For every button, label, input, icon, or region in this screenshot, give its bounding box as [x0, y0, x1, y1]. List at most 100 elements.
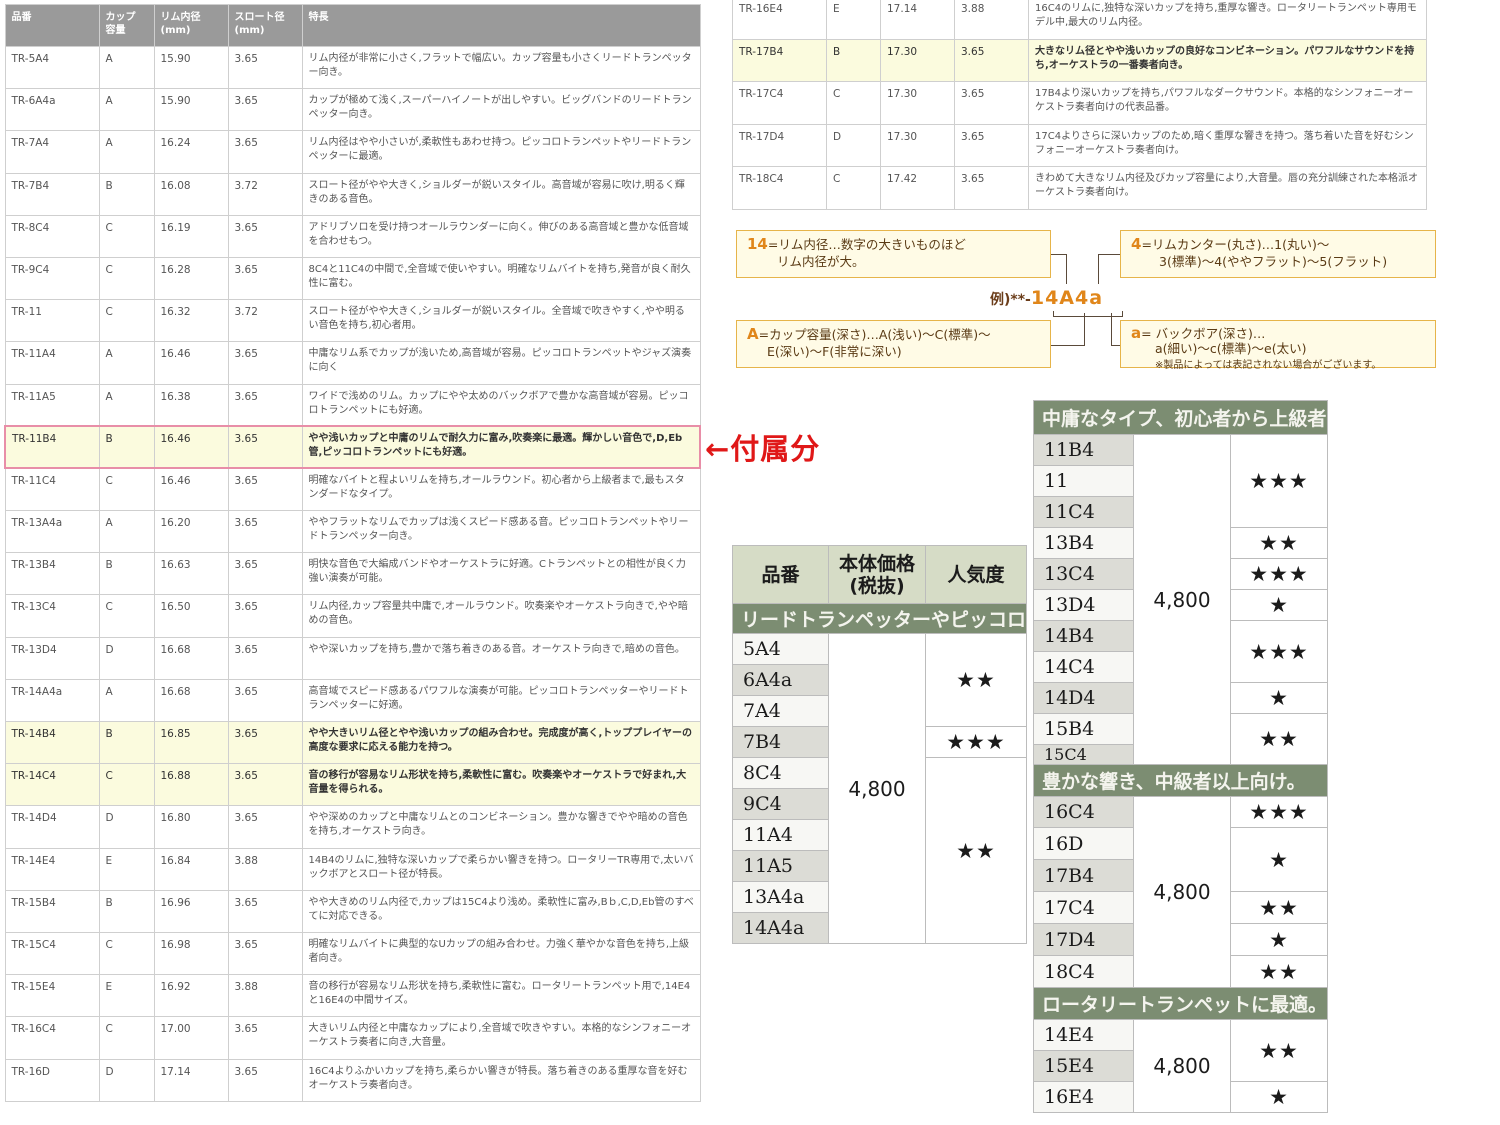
connector-cup	[1084, 313, 1085, 345]
attached-note: ←付属分	[705, 432, 821, 466]
spec-description: 明確なリムバイトに典型的なUカップの組み合わせ。力強く華やかな音色を持ち,上級者…	[301, 931, 701, 976]
spec-cup: A	[98, 45, 155, 90]
price-model: 11C4	[1033, 496, 1134, 528]
price-table-left: 品番 本体価格(税抜) 人気度 リードトランペッターやピッコロトラ 5A4 4,…	[732, 545, 1027, 944]
spec-description: スロート径がやや大きく,ショルダーが鋭いスタイル。高音域が容易に吹け,明るく輝き…	[301, 172, 701, 216]
spec-throat: 3.65	[227, 214, 303, 258]
spec-row: TR-13C4 C 16.50 3.65 リム内径,カップ容量共中庸で,オールラウンド。…	[4, 594, 701, 638]
spec-row: TR-13D4 D 16.68 3.65 やや深いカップを持ち,豊かで落ち着きのある音。…	[4, 636, 701, 680]
spec-model: TR-15B4	[4, 889, 100, 933]
spec-row: TR-11C4 C 16.46 3.65 明確なバイトと程よいリムを持ち,オールラウンド…	[4, 467, 701, 512]
spec-row: TR-7B4 B 16.08 3.72 スロート径がやや大きく,ショルダーが鋭いスタイル…	[4, 172, 701, 216]
spec-rim: 17.30	[880, 123, 955, 167]
price-header-model: 品番	[732, 545, 829, 604]
legend-text: =リムカンター(丸さ)…1(丸い)～	[1141, 237, 1330, 252]
price-value: 4,800	[1133, 434, 1231, 765]
spec-throat: 3.65	[227, 1058, 303, 1102]
spec-throat: 3.65	[227, 45, 303, 90]
spec-row: TR-15C4 C 16.98 3.65 明確なリムバイトに典型的なUカップの組み合わせ…	[4, 931, 701, 976]
spec-rim: 16.68	[153, 678, 229, 723]
price-section-row: ロータリートランペットに最適。	[1032, 987, 1329, 1020]
spec-rim: 16.38	[153, 383, 229, 427]
spec-throat: 3.65	[227, 510, 303, 554]
spec-description: スロート径がやや大きく,ショルダーが鋭いスタイル。全音域で吹きやすく,やや明るい…	[301, 299, 701, 343]
connector-rim-contour	[1098, 254, 1120, 255]
price-section-rotary: ロータリートランペットに最適。	[1032, 987, 1329, 1020]
spec-cup: D	[98, 636, 155, 680]
price-model: 13A4a	[732, 881, 829, 913]
spec-row: TR-11A5 A 16.38 3.65 ワイドで浅めのリム。カップにやや太めのバックボ…	[4, 383, 701, 427]
spec-model: TR-14D4	[4, 805, 100, 849]
spec-description: カップが極めて浅く,スーパーハイノートが出しやすい。ビッグバンドのリードトランペ…	[301, 88, 701, 132]
spec-cup: E	[826, 0, 881, 40]
price-value: 4,800	[1133, 1019, 1231, 1113]
price-model: 16D	[1033, 827, 1134, 860]
spec-throat: 3.65	[227, 130, 303, 174]
spec-row: TR-16E4 E 17.14 3.88 16C4のリムに,独特な深いカップを持ち,重厚…	[732, 0, 1427, 40]
spec-row: TR-11A4 A 16.46 3.65 中庸なリム系でカップが浅いため,高音域が容易。…	[4, 341, 701, 385]
price-model: 16E4	[1033, 1081, 1134, 1113]
spec-header-row: 品番 カップ 容量 リム内径 (mm) スロート径 (mm) 特長	[4, 4, 701, 47]
popularity-stars: ★★★	[925, 726, 1027, 758]
spec-throat: 3.65	[227, 720, 303, 765]
spec-cup: A	[98, 341, 155, 385]
connector-rim-diameter	[1051, 254, 1067, 255]
spec-model: TR-17D4	[732, 123, 827, 167]
spec-row: TR-14A4a A 16.68 3.65 高音域でスピード感あるパワフルな演奏が可能。…	[4, 678, 701, 723]
price-model: 17D4	[1033, 923, 1134, 956]
header-cup-volume: カップ 容量	[98, 4, 155, 47]
popularity-stars: ★	[1229, 1081, 1329, 1113]
spec-cup: C	[98, 763, 155, 807]
popularity-stars: ★★★	[1229, 558, 1329, 590]
popularity-stars: ★	[1229, 923, 1329, 956]
price-model: 17C4	[1033, 891, 1134, 924]
spec-row: TR-6A4a A 15.90 3.65 カップが極めて浅く,スーパーハイノートが出しや…	[4, 88, 701, 132]
spec-row: TR-11B4 B 16.46 3.65 やや浅いカップと中庸のリムで耐久力に富み,吹奏…	[4, 425, 701, 470]
header-rim-diameter: リム内径 (mm)	[153, 4, 229, 47]
spec-cup: E	[98, 974, 155, 1018]
popularity-stars: ★★	[1229, 527, 1329, 559]
spec-model: TR-16D	[4, 1058, 100, 1102]
popularity-stars: ★★	[1229, 1019, 1329, 1082]
price-model: 11B4	[1033, 434, 1134, 466]
popularity-stars: ★	[1229, 682, 1329, 714]
spec-description: 16C4よりふかいカップを持ち,柔らかい響きが特長。落ち着きのある重厚な音を好む…	[301, 1058, 701, 1102]
spec-rim: 16.84	[153, 847, 229, 891]
spec-row: TR-17B4 B 17.30 3.65 大きなリム径とやや浅いカップの良好なコンビネー…	[732, 38, 1427, 82]
spec-cup: A	[98, 383, 155, 427]
price-model: 7A4	[732, 695, 829, 727]
price-model: 14B4	[1033, 620, 1134, 652]
spec-description: 14B4のリムに,独特な深いカップで柔らかい響きを持つ。ロータリーTR専用で,太…	[301, 847, 701, 891]
price-model: 14D4	[1033, 682, 1134, 714]
price-section-row: リードトランペッターやピッコロトラ	[732, 603, 1027, 634]
connector-rim-contour-v	[1098, 254, 1099, 284]
spec-rim: 16.19	[153, 214, 229, 258]
spec-rim: 16.96	[153, 889, 229, 933]
price-section-rich: 豊かな響き、中級者以上向け。	[1032, 764, 1329, 797]
spec-rim: 17.14	[880, 0, 955, 40]
popularity-stars: ★	[1229, 589, 1329, 621]
price-section-row: 豊かな響き、中級者以上向け。	[1032, 764, 1329, 797]
spec-model: TR-13C4	[4, 594, 100, 638]
spec-model: TR-14C4	[4, 763, 100, 807]
spec-cup: C	[98, 256, 155, 301]
spec-throat: 3.65	[227, 341, 303, 385]
spec-row: TR-11 C 16.32 3.72 スロート径がやや大きく,ショルダーが鋭いスタイル。…	[4, 299, 701, 343]
spec-model: TR-14B4	[4, 720, 100, 765]
spec-rim: 17.14	[153, 1058, 229, 1102]
spec-model: TR-6A4a	[4, 88, 100, 132]
spec-rim: 16.80	[153, 805, 229, 849]
spec-row: TR-8C4 C 16.19 3.65 アドリブソロを受け持つオールラウンダーに向く。伸…	[4, 214, 701, 258]
spec-description: 音の移行が容易なリム形状を持ち,柔軟性に富む。吹奏楽やオーケストラで好まれ,大音…	[301, 763, 701, 807]
price-model: 11A5	[732, 850, 829, 882]
spec-throat: 3.88	[227, 847, 303, 891]
spec-rim: 15.90	[153, 45, 229, 90]
spec-rim: 16.28	[153, 256, 229, 301]
spec-row: TR-16C4 C 17.00 3.65 大きいリム内径と中庸なカップにより,全音域で吹…	[4, 1016, 701, 1060]
spec-throat: 3.65	[227, 594, 303, 638]
price-section-lead: リードトランペッターやピッコロトラ	[732, 603, 1027, 634]
spec-model: TR-16E4	[732, 0, 827, 40]
spec-description: 17C4よりさらに深いカップのため,暗く重厚な響きを持つ。落ち着いた音を好むシン…	[1028, 123, 1427, 167]
price-model: 13C4	[1033, 558, 1134, 590]
price-model: 15B4	[1033, 713, 1134, 745]
